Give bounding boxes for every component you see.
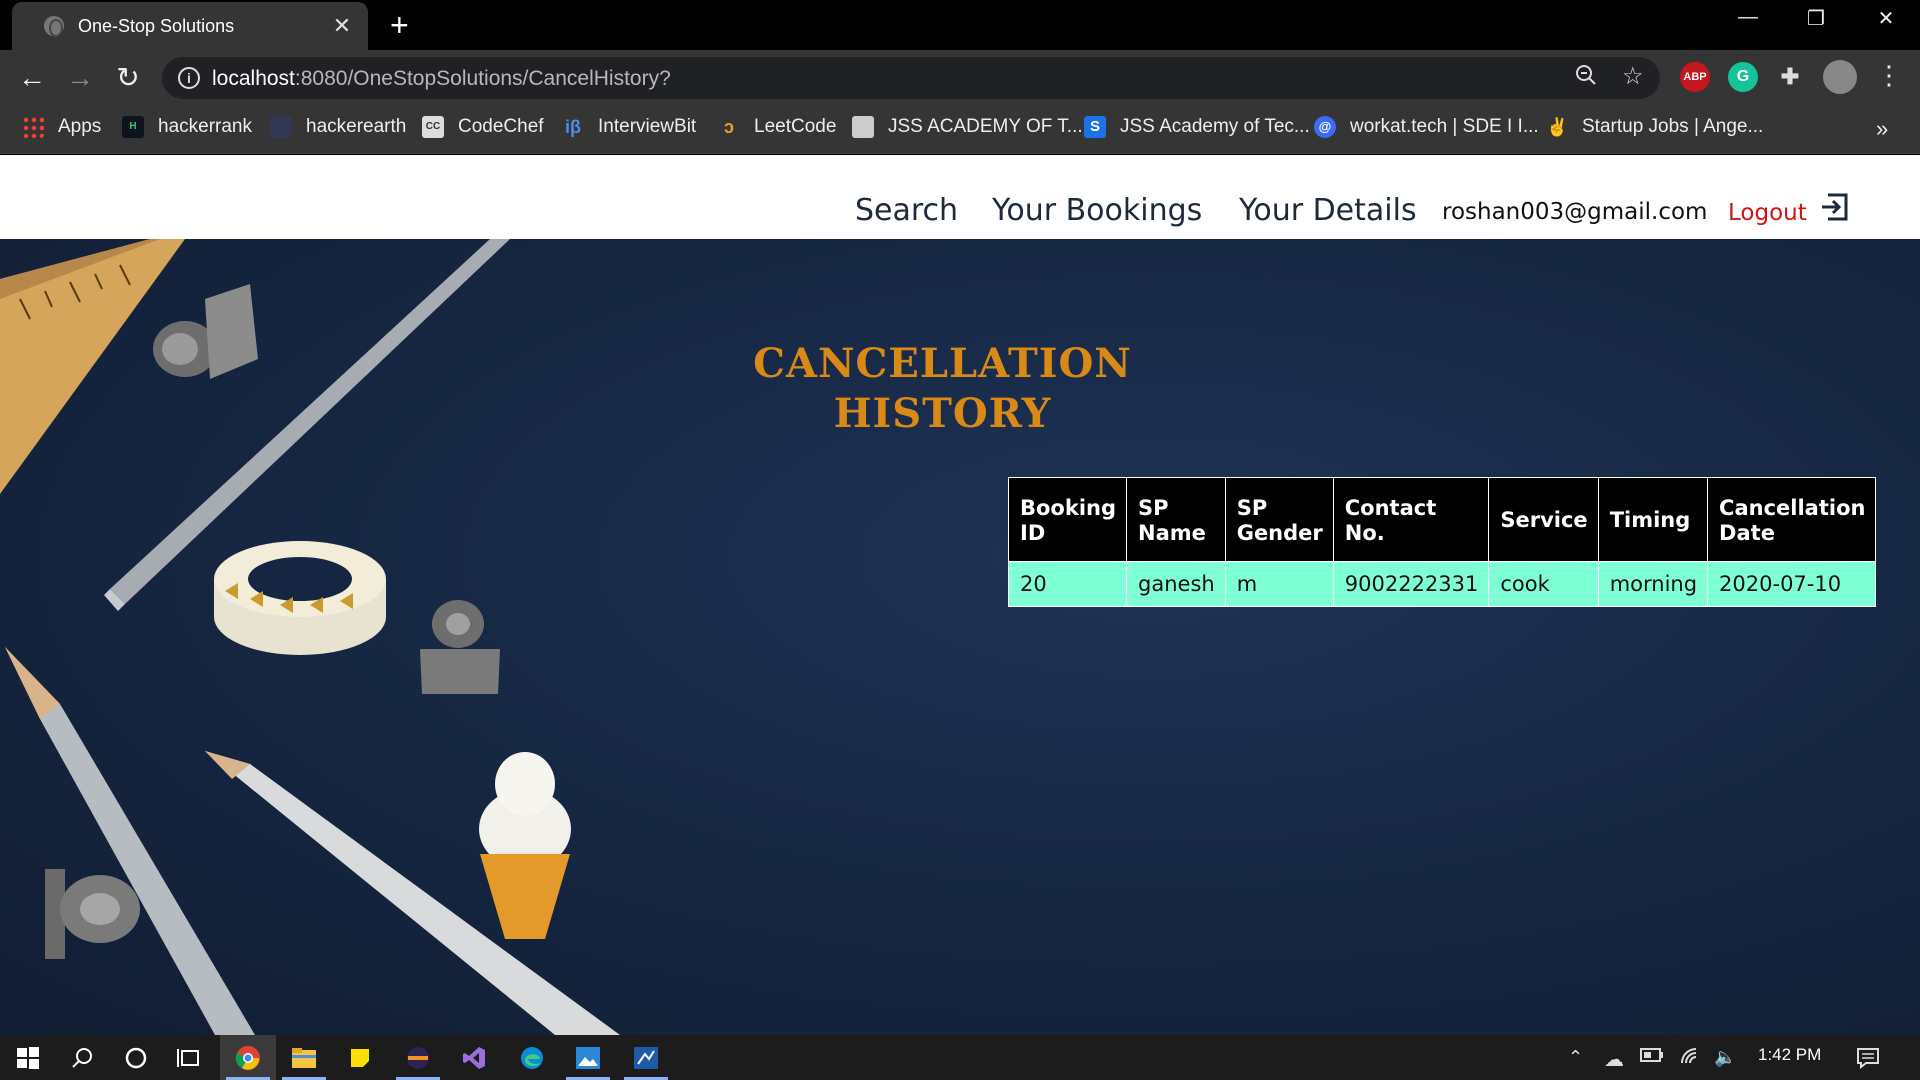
adblock-icon[interactable]: ABP — [1680, 62, 1710, 92]
logout-icon[interactable] — [1820, 191, 1850, 223]
timing-cell: morning — [1597, 561, 1709, 607]
bookmarks-bar: Apps H hackerrank hackerearth CC CodeChe… — [0, 106, 1920, 154]
edge-icon[interactable] — [504, 1035, 560, 1080]
restore-icon[interactable]: ❐ — [1786, 6, 1846, 31]
wifi-icon[interactable] — [1680, 1047, 1702, 1070]
bookmark-apps[interactable]: Apps — [22, 116, 101, 138]
notifications-icon[interactable] — [1856, 1047, 1880, 1074]
globe-icon — [44, 16, 64, 37]
column-header: SP Gender — [1224, 477, 1334, 562]
leetcode-icon: ↄ — [723, 117, 734, 137]
battery-icon[interactable] — [1640, 1047, 1664, 1068]
stationery-decoration — [0, 239, 620, 1035]
bookmark-hackerearth[interactable]: hackerearth — [270, 116, 406, 138]
tab-strip: One-Stop Solutions ✕ + — ❐ ✕ — [0, 0, 1920, 50]
workat-icon: @ — [1314, 116, 1336, 138]
forward-arrow-icon[interactable]: → — [62, 62, 98, 94]
user-email: roshan003@gmail.com — [1442, 199, 1708, 225]
nav-search-link[interactable]: Search — [855, 193, 958, 228]
browser-toolbar: ← → ↻ i localhost:8080/OneStopSolutions/… — [0, 50, 1920, 106]
windows-start-icon[interactable] — [0, 1035, 56, 1080]
browser-tab[interactable]: One-Stop Solutions ✕ — [12, 2, 368, 50]
browser-menu-icon[interactable]: ⋮ — [1876, 60, 1902, 91]
app-taskbar-icon[interactable] — [618, 1035, 674, 1080]
bookmark-leetcode[interactable]: ↄ LeetCode — [718, 116, 836, 138]
site-info-icon[interactable]: i — [178, 67, 200, 89]
column-header: Service — [1488, 477, 1599, 562]
bookmark-codechef[interactable]: CC CodeChef — [422, 116, 544, 138]
codechef-icon: CC — [422, 116, 444, 138]
onedrive-icon[interactable]: ☁ — [1604, 1047, 1624, 1072]
chrome-taskbar-icon[interactable] — [220, 1035, 276, 1080]
bookmark-jss-academy-1[interactable]: JSS ACADEMY OF T... — [852, 116, 1083, 138]
nav-details-link[interactable]: Your Details — [1239, 193, 1417, 228]
hackerearth-icon — [270, 116, 292, 138]
logout-link[interactable]: Logout — [1728, 200, 1807, 226]
sp-name-cell: ganesh — [1126, 561, 1226, 607]
window-close-icon[interactable]: ✕ — [1856, 6, 1916, 31]
table-header-row: Booking ID SP Name SP Gender Contact No. Ser… — [1007, 477, 1877, 562]
sticky-notes-icon[interactable] — [332, 1035, 388, 1080]
tab-title: One-Stop Solutions — [78, 15, 235, 36]
url-text[interactable]: localhost:8080/OneStopSolutions/CancelHi… — [212, 67, 671, 91]
file-explorer-icon[interactable] — [276, 1035, 332, 1080]
bookmark-star-icon[interactable]: ☆ — [1622, 62, 1644, 91]
back-arrow-icon[interactable]: ← — [14, 62, 50, 94]
interviewbit-icon: iβ — [565, 117, 581, 137]
service-cell: cook — [1488, 561, 1599, 607]
search-icon[interactable] — [54, 1035, 110, 1080]
cancellation-table: Booking ID SP Name SP Gender Contact No. Ser… — [1007, 477, 1877, 607]
bookmark-jss-academy-2[interactable]: S JSS Academy of Tec... — [1084, 116, 1310, 138]
column-header: SP Name — [1126, 477, 1226, 562]
profile-avatar[interactable] — [1823, 60, 1857, 94]
photos-icon[interactable] — [560, 1035, 616, 1080]
site-navbar: Search Your Bookings Your Details roshan… — [0, 155, 1920, 239]
bookmarks-overflow-icon[interactable]: » — [1876, 116, 1888, 142]
column-header: Timing — [1597, 477, 1709, 562]
volume-icon[interactable]: 🔈 — [1714, 1047, 1736, 1068]
page-heading: CANCELLATION HISTORY — [753, 340, 1132, 437]
jss-icon — [852, 116, 874, 138]
eclipse-icon[interactable] — [390, 1035, 446, 1080]
task-view-icon[interactable] — [162, 1035, 218, 1080]
bookmark-angellist[interactable]: ✌ Startup Jobs | Ange... — [1546, 116, 1763, 138]
extensions-puzzle-icon[interactable]: ✚ — [1775, 62, 1805, 92]
hero-background: CANCELLATION HISTORY Booking ID SP Name SP… — [0, 239, 1920, 1035]
tray-overflow-icon[interactable]: ⌃ — [1568, 1047, 1583, 1068]
taskbar-clock[interactable]: 1:42 PM — [1758, 1045, 1821, 1065]
column-header: Contact No. — [1332, 477, 1490, 562]
grammarly-icon[interactable]: G — [1728, 62, 1758, 92]
web-page: Search Your Bookings Your Details roshan… — [0, 155, 1920, 1035]
bookmark-workat[interactable]: @ workat.tech | SDE I I... — [1314, 116, 1539, 138]
address-bar[interactable]: i localhost:8080/OneStopSolutions/Cancel… — [162, 57, 1660, 99]
visual-studio-icon[interactable] — [446, 1035, 502, 1080]
bookmark-hackerrank[interactable]: H hackerrank — [122, 116, 252, 138]
column-header: Booking ID — [1007, 477, 1128, 562]
table-row: 20 ganesh m 9002222331 cook morning 2020… — [1007, 561, 1877, 607]
tab-close-icon[interactable]: ✕ — [330, 13, 354, 39]
reload-icon[interactable]: ↻ — [110, 62, 146, 94]
nav-bookings-link[interactable]: Your Bookings — [992, 193, 1202, 228]
minimize-icon[interactable]: — — [1718, 6, 1778, 29]
new-tab-button[interactable]: + — [390, 8, 409, 42]
angellist-icon: ✌ — [1546, 117, 1569, 137]
zoom-icon[interactable] — [1574, 63, 1598, 94]
bookmark-interviewbit[interactable]: iβ InterviewBit — [562, 116, 696, 138]
cortana-icon[interactable] — [108, 1035, 164, 1080]
sp-gender-cell: m — [1224, 561, 1334, 607]
cancellation-date-cell: 2020-07-10 — [1707, 561, 1877, 607]
column-header: Cancellation Date — [1707, 477, 1877, 562]
hackerrank-icon: H — [122, 116, 144, 138]
jss-s-icon: S — [1084, 116, 1106, 138]
apps-grid-icon — [22, 116, 44, 138]
contact-cell: 9002222331 — [1332, 561, 1490, 607]
windows-taskbar: ⌃ ☁ 🔈 1:42 PM — [0, 1035, 1920, 1080]
booking-id-cell: 20 — [1007, 561, 1128, 607]
